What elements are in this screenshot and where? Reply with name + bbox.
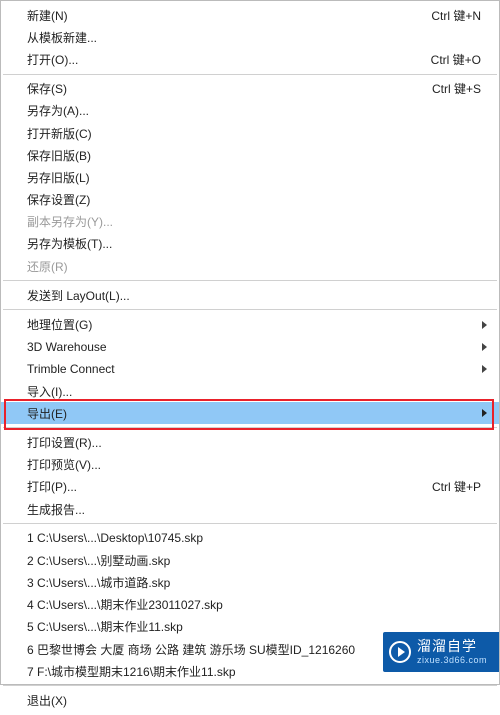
menu-item-label: 打印设置(R)... xyxy=(27,434,491,451)
watermark-url: zixue.3d66.com xyxy=(417,655,487,666)
menu-item-label: 新建(N) xyxy=(27,7,411,24)
menu-item-label: 打印(P)... xyxy=(27,478,412,495)
menu-item-label: Trimble Connect xyxy=(27,362,482,376)
menu-separator xyxy=(3,280,497,281)
menu-item-shortcut: Ctrl 键+O xyxy=(431,51,491,68)
menu-item-label: 另存为模板(T)... xyxy=(27,235,491,252)
menu-item-label: 地理位置(G) xyxy=(27,316,482,333)
menu-item-label: 另存旧版(L) xyxy=(27,169,491,186)
menu-separator xyxy=(3,427,497,428)
menu-item[interactable]: 发送到 LayOut(L)... xyxy=(1,284,499,306)
menu-item: 还原(R) xyxy=(1,255,499,277)
menu-item[interactable]: Trimble Connect xyxy=(1,358,499,380)
menu-item-label: 副本另存为(Y)... xyxy=(27,213,491,230)
menu-item[interactable]: 打开(O)... Ctrl 键+O xyxy=(1,48,499,70)
menu-item[interactable]: 生成报告... xyxy=(1,498,499,520)
menu-item[interactable]: 2 C:\Users\...\别墅动画.skp xyxy=(1,549,499,571)
menu-item[interactable]: 导入(I)... xyxy=(1,380,499,402)
menu-item: 副本另存为(Y)... xyxy=(1,211,499,233)
menu-item[interactable]: 另存为(A)... xyxy=(1,100,499,122)
menu-item[interactable]: 保存(S) Ctrl 键+S xyxy=(1,78,499,100)
watermark-title: 溜溜自学 xyxy=(417,638,487,655)
menu-item[interactable]: 地理位置(G) xyxy=(1,313,499,335)
menu-item-label: 打开新版(C) xyxy=(27,125,491,142)
menu-item-label: 3 C:\Users\...\城市道路.skp xyxy=(27,574,491,591)
menu-item[interactable]: 保存设置(Z) xyxy=(1,189,499,211)
menu-item[interactable]: 保存旧版(B) xyxy=(1,144,499,166)
file-menu: 新建(N) Ctrl 键+N 从模板新建... 打开(O)... Ctrl 键+O 保存(… xyxy=(1,1,499,715)
menu-item-label: 导出(E) xyxy=(27,405,482,422)
menu-item-label: 生成报告... xyxy=(27,501,491,518)
menu-item[interactable]: 另存为模板(T)... xyxy=(1,233,499,255)
menu-item[interactable]: 退出(X) xyxy=(1,689,499,711)
menu-separator xyxy=(3,685,497,686)
menu-item-label: 另存为(A)... xyxy=(27,102,491,119)
menu-item[interactable]: 4 C:\Users\...\期末作业23011027.skp xyxy=(1,594,499,616)
chevron-right-icon xyxy=(482,321,487,329)
menu-item-label: 发送到 LayOut(L)... xyxy=(27,287,491,304)
menu-item-label: 3D Warehouse xyxy=(27,340,482,354)
menu-item[interactable]: 新建(N) Ctrl 键+N xyxy=(1,4,499,26)
menu-item-label: 1 C:\Users\...\Desktop\10745.skp xyxy=(27,531,491,545)
chevron-right-icon xyxy=(482,365,487,373)
menu-item-shortcut: Ctrl 键+P xyxy=(432,478,491,495)
menu-item[interactable]: 打印(P)... Ctrl 键+P xyxy=(1,476,499,498)
menu-separator xyxy=(3,309,497,310)
menu-item-label: 从模板新建... xyxy=(27,29,491,46)
menu-item-label: 导入(I)... xyxy=(27,383,491,400)
menu-item-label: 保存(S) xyxy=(27,80,412,97)
menu-item-shortcut: Ctrl 键+S xyxy=(432,80,491,97)
menu-item-label: 打印预览(V)... xyxy=(27,456,491,473)
watermark-badge: 溜溜自学 zixue.3d66.com xyxy=(383,632,499,672)
chevron-right-icon xyxy=(482,343,487,351)
menu-item-label: 保存设置(Z) xyxy=(27,191,491,208)
menu-item-label: 还原(R) xyxy=(27,258,491,275)
menu-item-label: 保存旧版(B) xyxy=(27,147,491,164)
menu-item[interactable]: 3 C:\Users\...\城市道路.skp xyxy=(1,572,499,594)
menu-item[interactable]: 1 C:\Users\...\Desktop\10745.skp xyxy=(1,527,499,549)
menu-item[interactable]: 打开新版(C) xyxy=(1,122,499,144)
menu-item[interactable]: 3D Warehouse xyxy=(1,336,499,358)
menu-item-label: 打开(O)... xyxy=(27,51,411,68)
chevron-right-icon xyxy=(482,409,487,417)
menu-item-shortcut: Ctrl 键+N xyxy=(431,7,491,24)
play-icon xyxy=(389,641,411,663)
menu-item[interactable]: 从模板新建... xyxy=(1,26,499,48)
menu-separator xyxy=(3,74,497,75)
menu-item-label: 2 C:\Users\...\别墅动画.skp xyxy=(27,552,491,569)
menu-item[interactable]: 另存旧版(L) xyxy=(1,166,499,188)
menu-item[interactable]: 打印预览(V)... xyxy=(1,454,499,476)
menu-separator xyxy=(3,523,497,524)
menu-item-label: 4 C:\Users\...\期末作业23011027.skp xyxy=(27,596,491,613)
menu-item[interactable]: 导出(E) xyxy=(1,402,499,424)
menu-item[interactable]: 打印设置(R)... xyxy=(1,431,499,453)
menu-item-label: 退出(X) xyxy=(27,692,491,709)
